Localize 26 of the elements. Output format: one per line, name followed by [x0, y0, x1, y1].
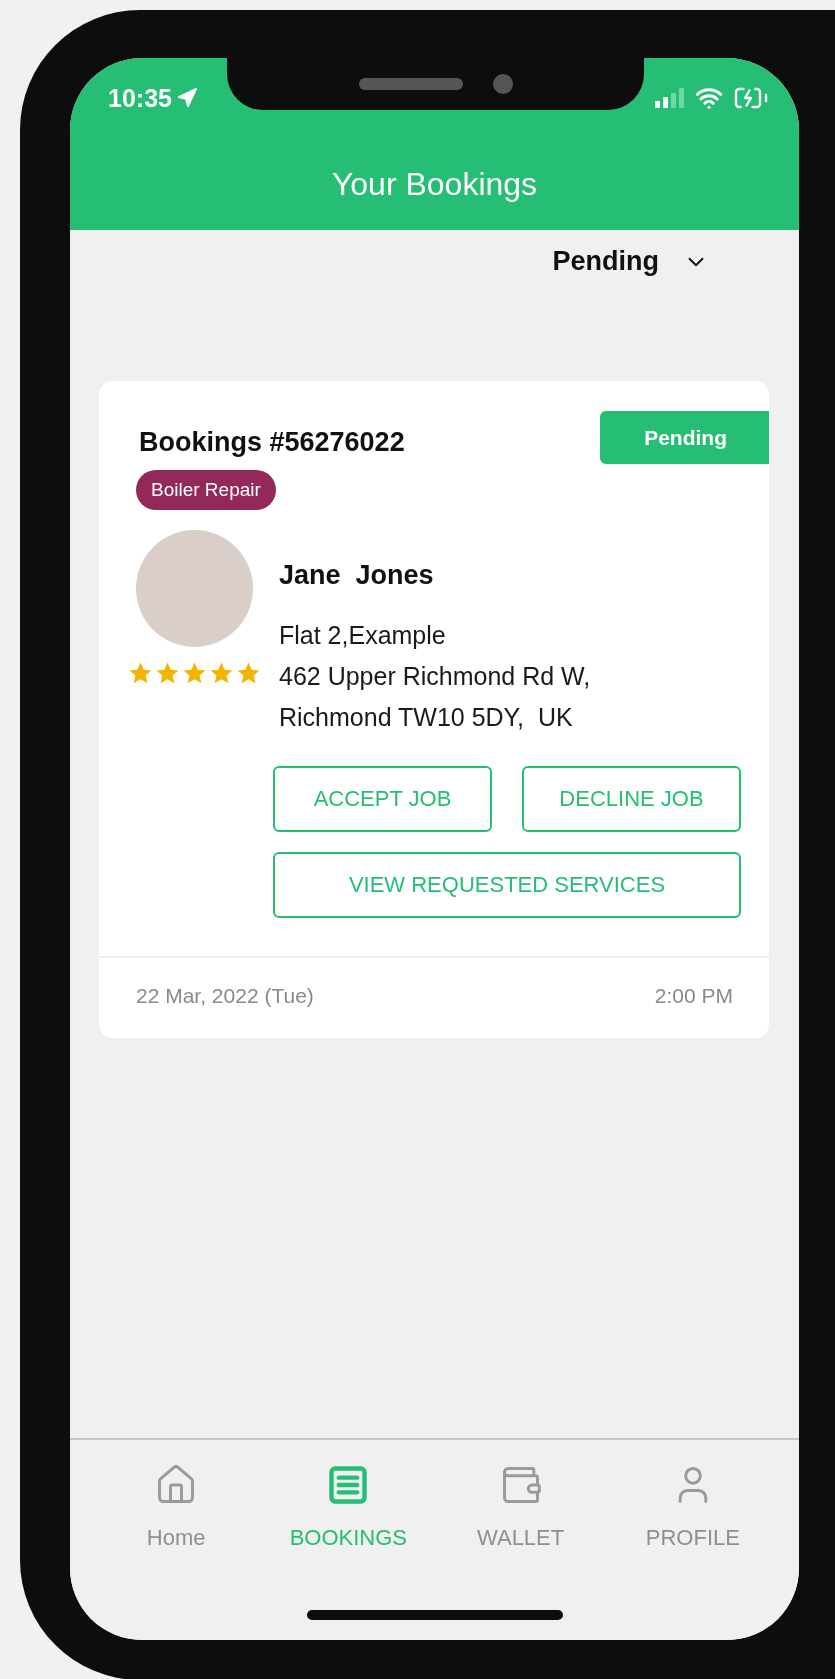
nav-tab[interactable]: PROFILE: [617, 1462, 768, 1552]
action-button[interactable]: ACCEPT JOB: [273, 766, 492, 832]
action-button[interactable]: DECLINE JOB: [522, 766, 741, 832]
signal-icon: [655, 88, 685, 108]
customer-name: Jane Jones: [279, 560, 435, 591]
status-badge: Pending: [600, 411, 769, 464]
booking-date: 22 Mar, 2022 (Tue): [136, 984, 314, 1008]
nav-tab[interactable]: BOOKINGS: [273, 1462, 424, 1552]
page-title: Your Bookings: [331, 165, 538, 203]
nav-tab[interactable]: WALLET: [445, 1462, 596, 1552]
star-icon: [154, 661, 180, 686]
service-tag: Boiler Repair: [136, 470, 276, 510]
star-icon: [181, 661, 207, 686]
action-button[interactable]: VIEW REQUESTED SERVICES: [273, 852, 741, 918]
booking-time: 2:00 PM: [654, 984, 733, 1008]
status-filter-dropdown[interactable]: Pending: [552, 240, 709, 283]
location-arrow-icon: [175, 87, 198, 109]
nav-tab[interactable]: Home: [101, 1462, 252, 1552]
address-line: Flat 2,Example: [279, 620, 447, 651]
star-icon: [127, 661, 153, 686]
address-line: 462 Upper Richmond Rd W,: [279, 661, 592, 692]
status-time: 10:35: [108, 83, 172, 113]
star-icon: [235, 661, 261, 686]
address-line: Richmond TW10 5DY, UK: [279, 702, 574, 733]
star-icon: [208, 661, 234, 686]
booking-number: Bookings #56276022: [139, 426, 405, 458]
